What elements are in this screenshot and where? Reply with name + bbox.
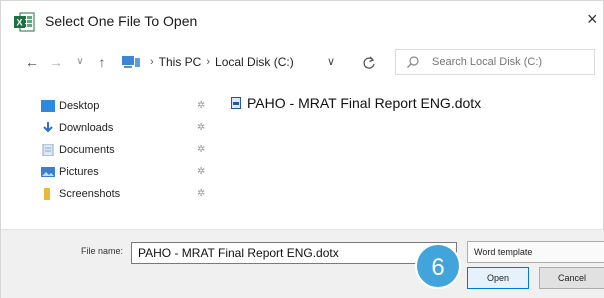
sidebar-item-screenshots[interactable]: Screenshots ✲ xyxy=(41,183,221,205)
pin-icon[interactable]: ✲ xyxy=(197,144,205,155)
address-dropdown-icon[interactable]: ∨ xyxy=(327,55,335,68)
breadcrumb-separator: › xyxy=(206,56,211,68)
footer-panel: File name: PAHO - MRAT Final Report ENG.… xyxy=(1,229,604,298)
documents-icon xyxy=(41,143,55,157)
file-name: PAHO - MRAT Final Report ENG.dotx xyxy=(247,95,482,111)
search-input[interactable] xyxy=(432,56,582,68)
list-item[interactable]: PAHO - MRAT Final Report ENG.dotx xyxy=(231,93,591,113)
address-bar[interactable]: › This PC › Local Disk (C:) ∨ xyxy=(121,49,381,75)
forward-arrow-icon[interactable]: → xyxy=(47,53,65,71)
sidebar-item-documents[interactable]: Documents ✲ xyxy=(41,139,221,161)
pin-icon[interactable]: ✲ xyxy=(197,100,205,111)
file-name-value: PAHO - MRAT Final Report ENG.dotx xyxy=(138,246,339,260)
back-arrow-icon[interactable]: ← xyxy=(23,53,41,71)
search-icon xyxy=(406,55,420,69)
breadcrumb-this-pc[interactable]: This PC xyxy=(159,55,202,69)
svg-text:X: X xyxy=(16,18,22,28)
download-icon xyxy=(41,122,55,134)
step-number-badge: 6 xyxy=(415,243,461,289)
close-icon[interactable]: × xyxy=(587,10,598,28)
up-arrow-icon[interactable]: ↑ xyxy=(93,53,111,71)
title-bar: X Select One File To Open × xyxy=(1,1,604,41)
sidebar-item-pictures[interactable]: Pictures ✲ xyxy=(41,161,221,183)
this-pc-icon xyxy=(121,55,141,69)
word-template-icon xyxy=(231,97,241,109)
navigation-bar: ← → ∨ ↑ › This PC › Local Disk (C:) ∨ xyxy=(1,45,604,79)
open-file-dialog: X Select One File To Open × ← → ∨ ↑ › Th… xyxy=(0,0,604,298)
sidebar-item-label: Downloads xyxy=(59,122,114,134)
excel-icon: X xyxy=(13,11,35,33)
pin-icon[interactable]: ✲ xyxy=(197,166,205,177)
navigation-pane: Desktop ✲ Downloads ✲ Documents ✲ Pictur… xyxy=(41,95,221,205)
pictures-icon xyxy=(41,166,55,178)
sidebar-item-downloads[interactable]: Downloads ✲ xyxy=(41,117,221,139)
recent-locations-chevron-icon[interactable]: ∨ xyxy=(71,53,89,71)
folder-icon xyxy=(41,188,55,200)
file-name-field[interactable]: PAHO - MRAT Final Report ENG.dotx xyxy=(131,242,457,264)
file-list: PAHO - MRAT Final Report ENG.dotx xyxy=(231,93,591,113)
file-name-label: File name: xyxy=(81,246,124,256)
sidebar-item-desktop[interactable]: Desktop ✲ xyxy=(41,95,221,117)
sidebar-item-label: Screenshots xyxy=(59,188,121,200)
search-box[interactable] xyxy=(395,49,595,75)
file-type-value: Word template xyxy=(474,247,533,257)
sidebar-item-label: Pictures xyxy=(59,166,99,178)
breadcrumb-local-disk[interactable]: Local Disk (C:) xyxy=(215,55,294,69)
open-button[interactable]: Open xyxy=(467,267,529,289)
pin-icon[interactable]: ✲ xyxy=(197,188,205,199)
breadcrumb-separator: › xyxy=(150,56,154,68)
refresh-icon[interactable] xyxy=(361,55,377,71)
file-type-select[interactable]: Word template xyxy=(467,241,604,263)
desktop-icon xyxy=(41,100,55,112)
sidebar-item-label: Documents xyxy=(59,144,115,156)
cancel-button[interactable]: Cancel xyxy=(539,267,604,289)
pin-icon[interactable]: ✲ xyxy=(197,122,205,133)
sidebar-item-label: Desktop xyxy=(59,100,100,112)
dialog-title: Select One File To Open xyxy=(45,13,198,29)
